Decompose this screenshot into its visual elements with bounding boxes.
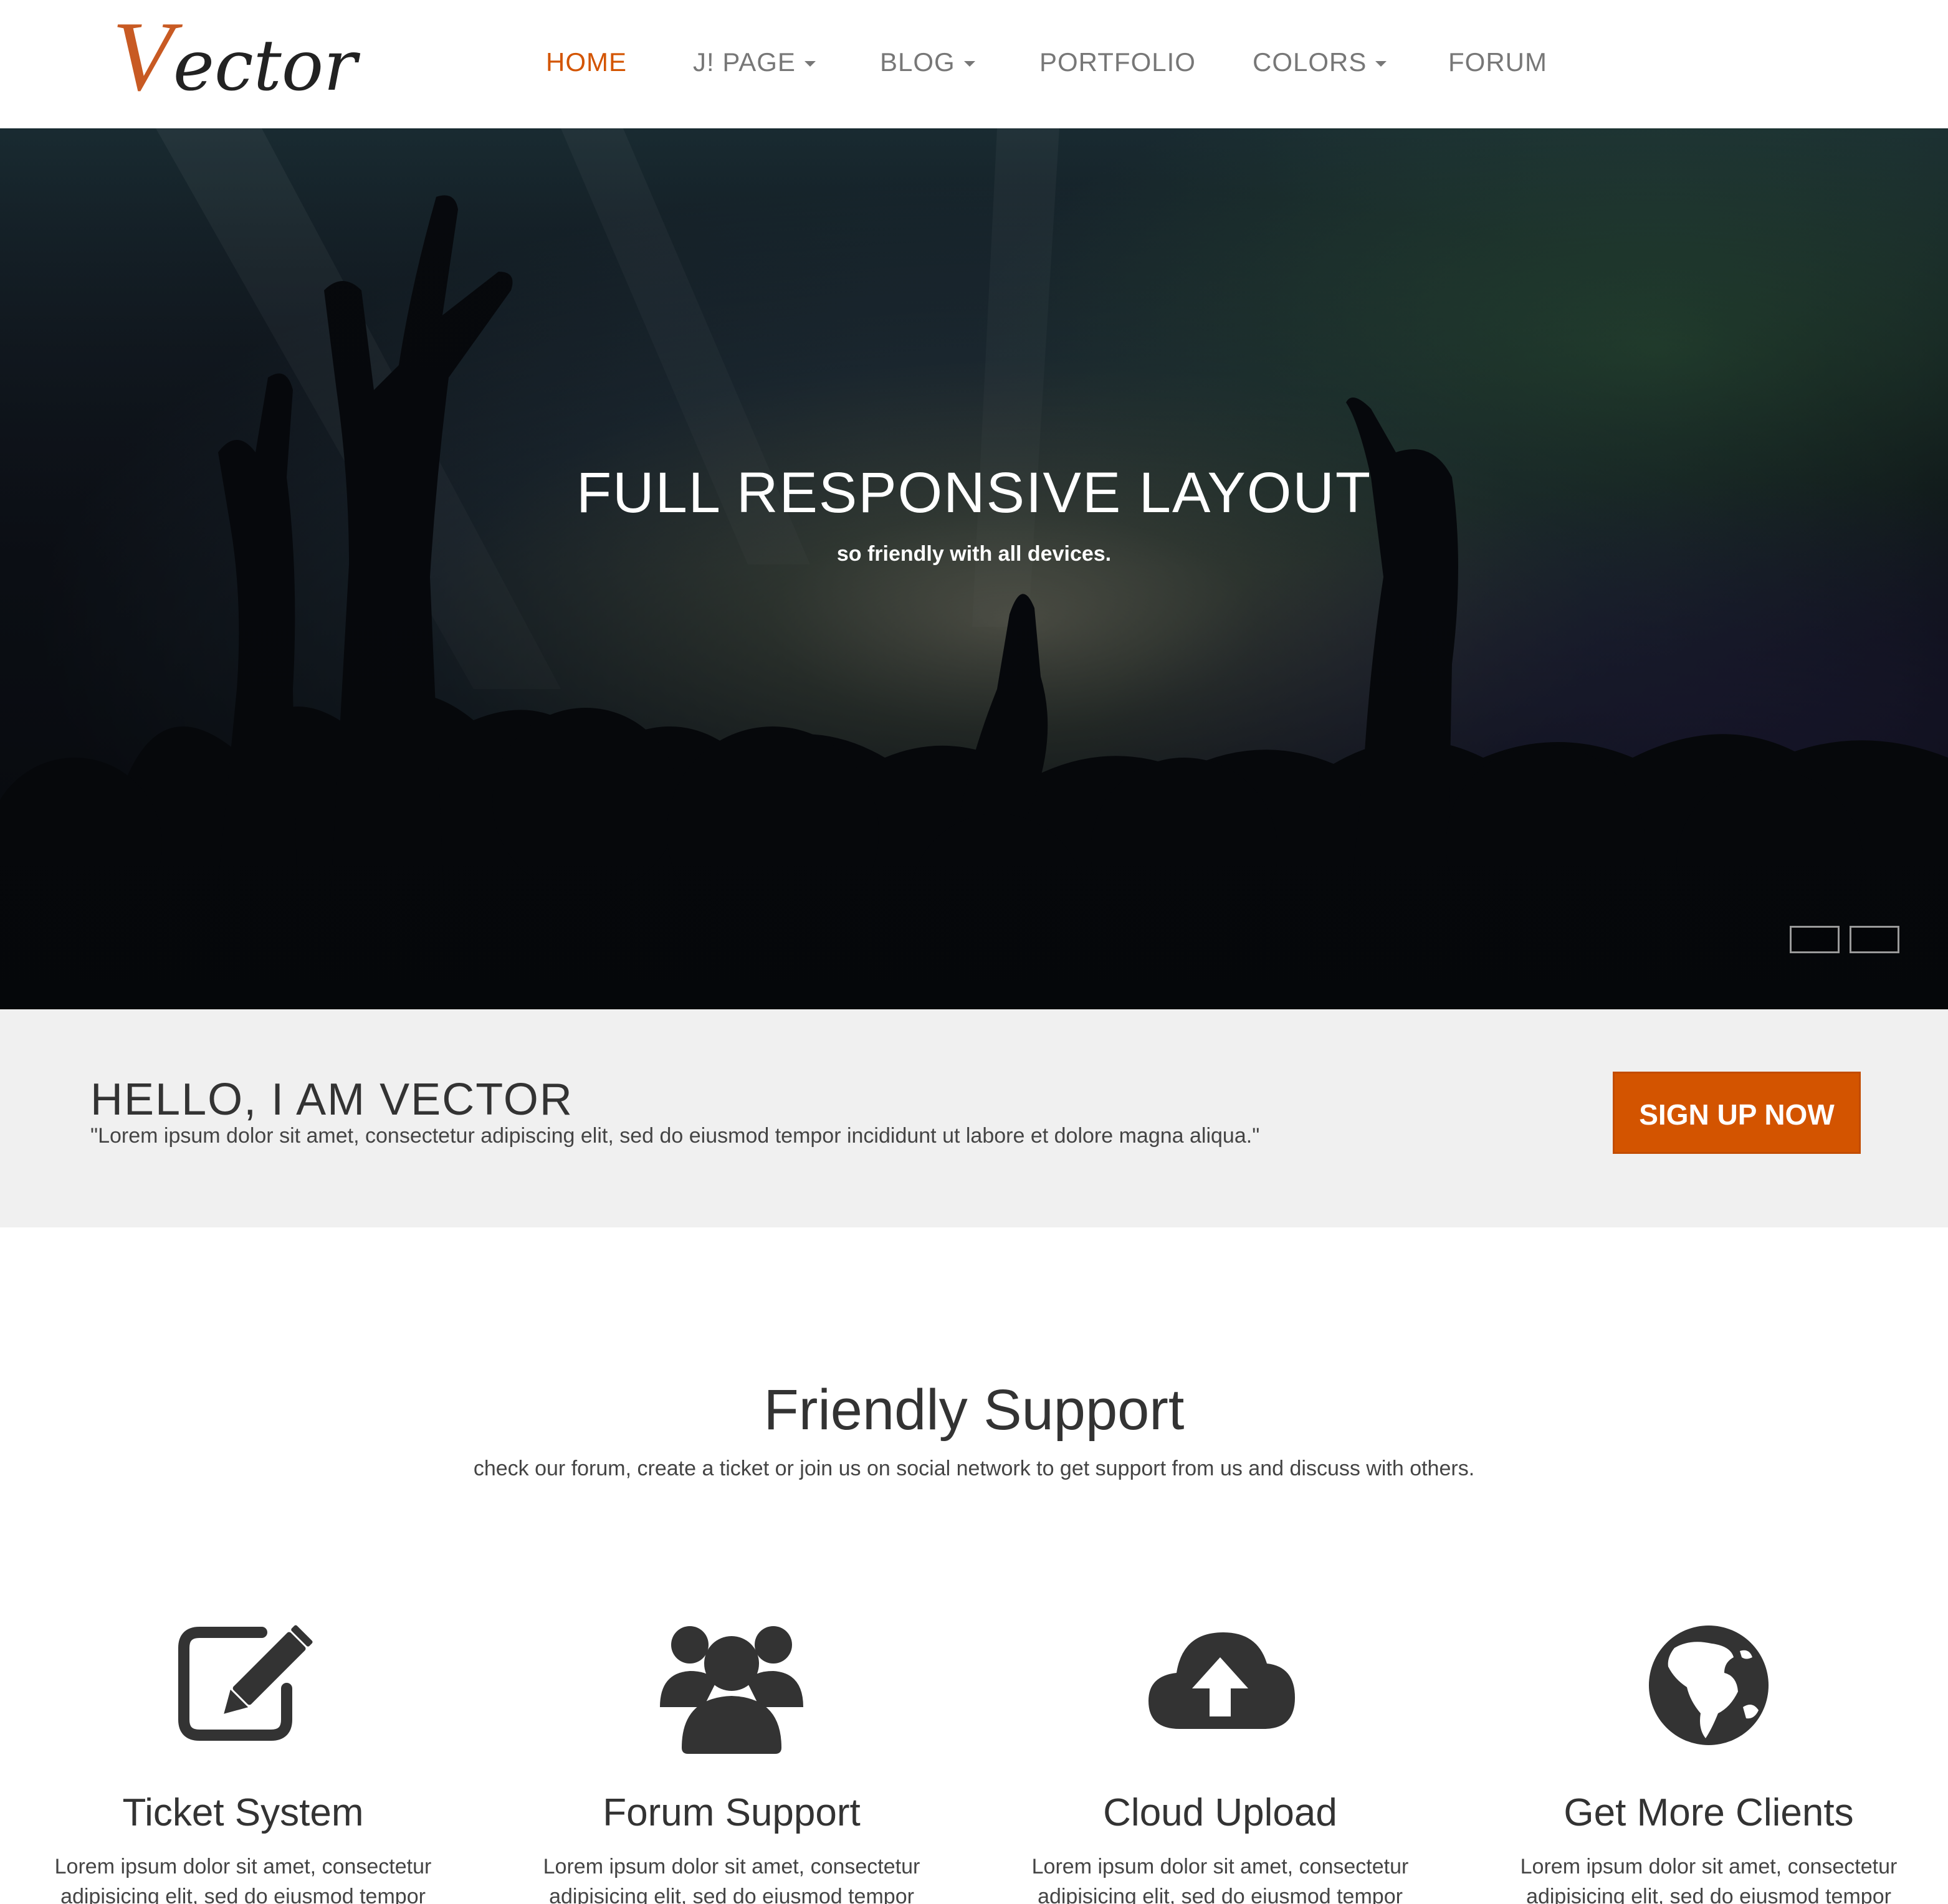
feature-text: Lorem ipsum dolor sit amet, consectetur … xyxy=(1520,1855,1898,1904)
site-header: Vector HOME J! PAGE BLOG PORTFOLIO COLOR… xyxy=(0,0,1948,128)
nav-item-forum[interactable]: FORUM xyxy=(1448,44,1547,81)
users-icon xyxy=(660,1626,803,1754)
hero-subtitle: so friendly with all devices. xyxy=(836,542,1112,566)
slide-indicator-1[interactable] xyxy=(1790,926,1840,953)
section-title: Friendly Support xyxy=(763,1378,1185,1442)
site-logo[interactable]: Vector xyxy=(112,6,357,107)
feature-title: Cloud Upload xyxy=(1103,1791,1337,1834)
cloud-upload-icon xyxy=(1148,1632,1295,1729)
edit-icon xyxy=(178,1625,313,1741)
nav-item-home[interactable]: HOME xyxy=(546,44,627,81)
logo-initial: V xyxy=(112,1,173,112)
nav-item-portfolio[interactable]: PORTFOLIO xyxy=(1039,44,1196,81)
nav-item-label: J! PAGE xyxy=(693,47,796,77)
nav-item-j-page[interactable]: J! PAGE xyxy=(693,44,816,81)
feature-title: Forum Support xyxy=(603,1791,861,1834)
caret-down-icon xyxy=(804,61,816,67)
caret-down-icon xyxy=(1375,61,1387,67)
feature-get-more-clients: Get More Clients Lorem ipsum dolor sit a… xyxy=(1491,1614,1927,1904)
logo-rest: ector xyxy=(173,26,357,107)
feature-cloud-upload: Cloud Upload Lorem ipsum dolor sit amet,… xyxy=(1002,1614,1438,1904)
hero-slider: FULL RESPONSIVE LAYOUT so friendly with … xyxy=(0,128,1948,1009)
sign-up-button[interactable]: SIGN UP NOW xyxy=(1613,1072,1861,1154)
intro-band: HELLO, I AM VECTOR "Lorem ipsum dolor si… xyxy=(0,1009,1948,1227)
feature-text: Lorem ipsum dolor sit amet, consectetur … xyxy=(54,1855,432,1904)
globe-icon xyxy=(1649,1626,1769,1745)
nav-item-colors[interactable]: COLORS xyxy=(1253,44,1387,81)
nav-item-label: COLORS xyxy=(1253,47,1367,77)
nav-item-label: FORUM xyxy=(1448,47,1547,77)
feature-text: Lorem ipsum dolor sit amet, consectetur … xyxy=(543,1855,920,1904)
slide-indicator-2[interactable] xyxy=(1850,926,1899,953)
nav-item-label: PORTFOLIO xyxy=(1039,47,1196,77)
feature-title: Get More Clients xyxy=(1564,1791,1854,1834)
intro-text: "Lorem ipsum dolor sit amet, consectetur… xyxy=(90,1124,1260,1148)
intro-title: HELLO, I AM VECTOR xyxy=(90,1075,573,1125)
nav-item-label: HOME xyxy=(546,47,627,77)
caret-down-icon xyxy=(963,61,975,67)
nav-item-blog[interactable]: BLOG xyxy=(880,44,975,81)
feature-title: Ticket System xyxy=(122,1791,364,1834)
feature-text: Lorem ipsum dolor sit amet, consectetur … xyxy=(1031,1855,1409,1904)
section-subtitle: check our forum, create a ticket or join… xyxy=(473,1457,1475,1480)
hero-title: FULL RESPONSIVE LAYOUT xyxy=(576,461,1372,525)
feature-forum-support: Forum Support Lorem ipsum dolor sit amet… xyxy=(513,1614,950,1904)
feature-ticket-system: Ticket System Lorem ipsum dolor sit amet… xyxy=(25,1614,461,1904)
nav-item-label: BLOG xyxy=(880,47,955,77)
